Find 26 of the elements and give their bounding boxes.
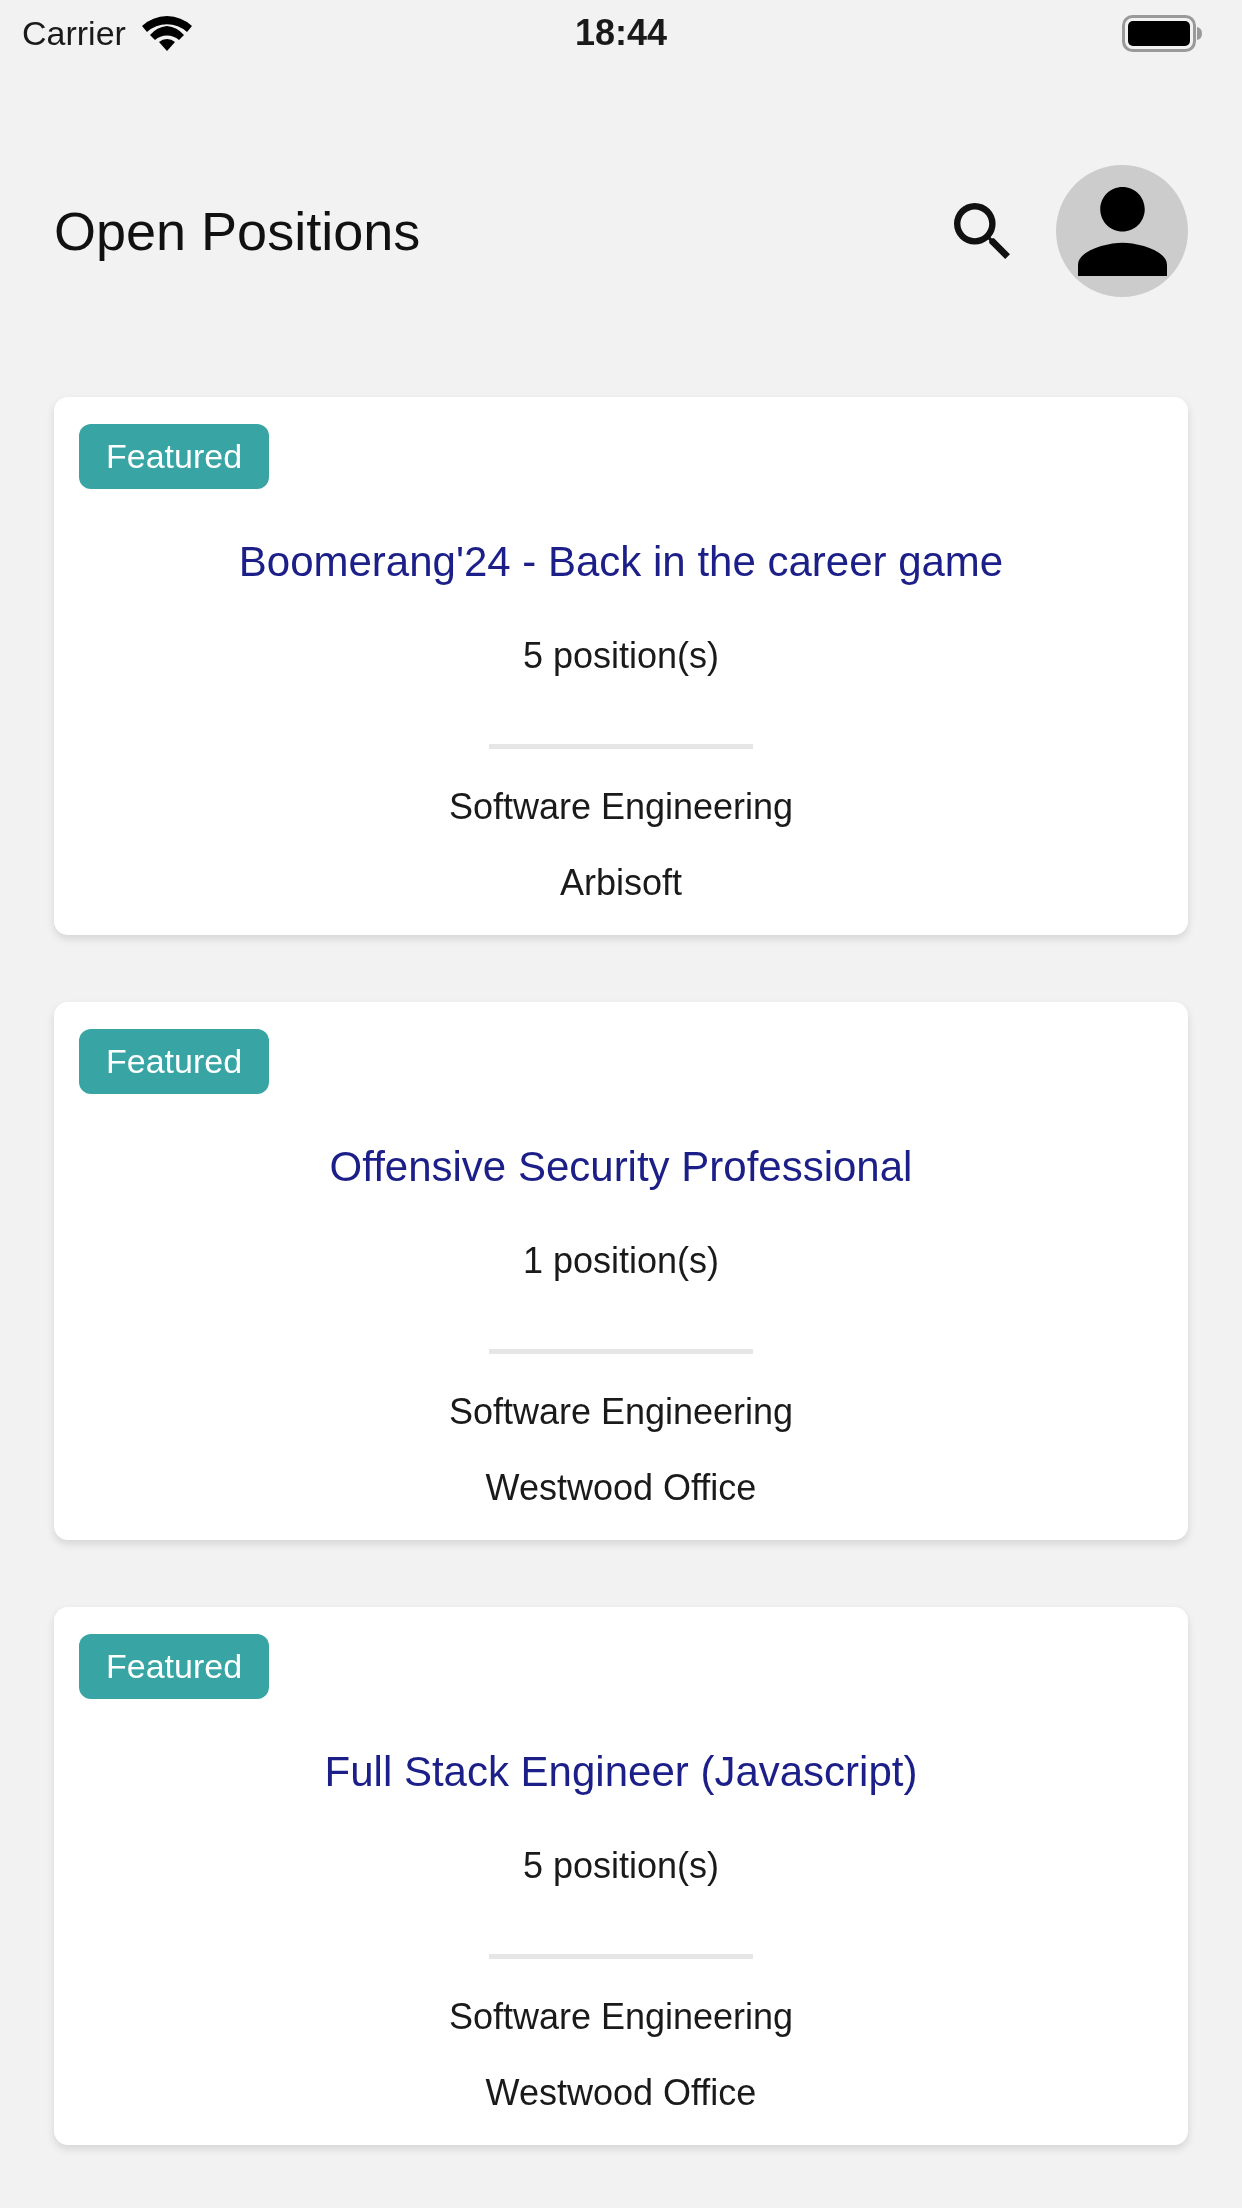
page-title: Open Positions (54, 200, 421, 263)
location-text: Westwood Office (485, 1466, 757, 1510)
department-text: Software Engineering (448, 1995, 794, 2039)
featured-badge: Featured (79, 1634, 270, 1699)
job-title: Offensive Security Professional (329, 1142, 913, 1192)
position-count: 1 position(s) (522, 1239, 720, 1283)
search-button[interactable] (954, 203, 1010, 259)
location-text: Arbisoft (559, 861, 682, 905)
position-count: 5 position(s) (522, 1844, 720, 1888)
department-text: Software Engineering (448, 1390, 794, 1434)
location-text: Westwood Office (485, 2071, 757, 2115)
featured-badge: Featured (79, 1029, 270, 1094)
job-title: Full Stack Engineer (Javascript) (324, 1747, 918, 1797)
search-icon (954, 203, 1010, 259)
person-icon (1077, 186, 1167, 276)
job-card[interactable]: Featured Offensive Security Professional 1 position(s) Software Engineering Westwood Office (54, 1002, 1188, 1540)
battery-icon (1122, 14, 1202, 52)
department-text: Software Engineering (448, 785, 794, 829)
featured-badge: Featured (79, 424, 270, 489)
job-card[interactable]: Featured Full Stack Engineer (Javascript) 5 position(s) Software Engineering Westwood Office (54, 1607, 1188, 2145)
clock-time: 18:44 (574, 13, 668, 53)
position-count: 5 position(s) (522, 634, 720, 678)
job-title: Boomerang'24 - Back in the career game (238, 537, 1004, 587)
carrier-name: Carrier (22, 13, 126, 53)
wifi-icon (141, 15, 192, 51)
job-card[interactable]: Featured Boomerang'24 - Back in the career game 5 position(s) Software Engineering Arbisoft (54, 397, 1188, 935)
